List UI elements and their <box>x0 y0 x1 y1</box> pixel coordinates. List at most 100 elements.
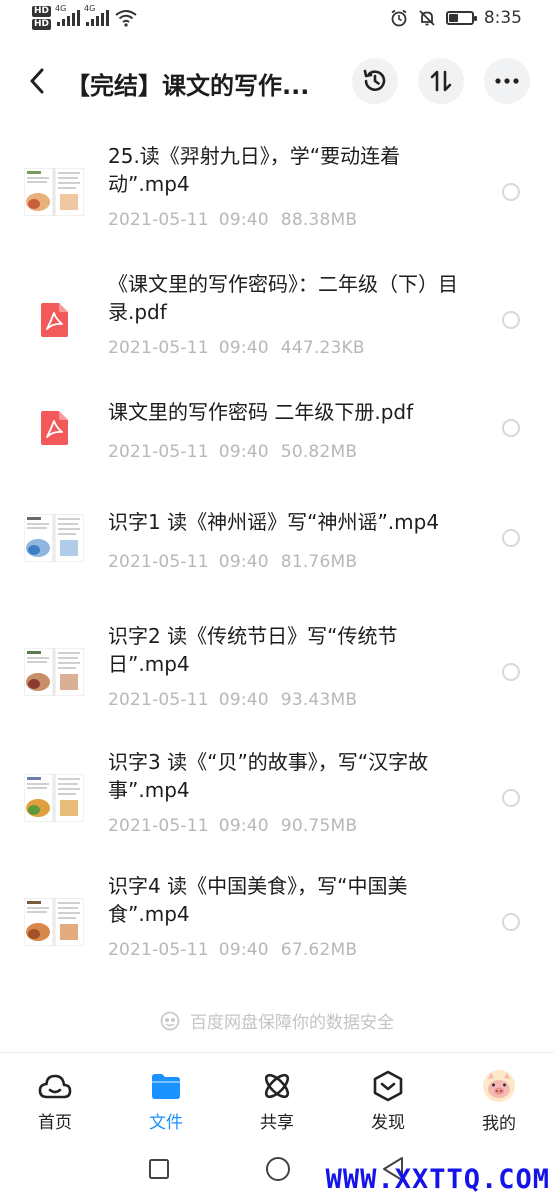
system-nav-bar: WWW.XXTTQ.COM <box>0 1140 554 1200</box>
file-date: 2021-05-11 <box>108 940 209 960</box>
sort-icon <box>430 70 452 92</box>
file-meta: 2021-05-11 09:40 88.38MB <box>108 210 357 230</box>
home-circle-icon[interactable] <box>265 1156 291 1182</box>
back-button[interactable] <box>22 64 52 98</box>
file-date: 2021-05-11 <box>108 442 209 462</box>
file-item[interactable]: 识字4 读《中国美食》，写“中国美食”.mp4 2021-05-11 09:40 67… <box>0 856 554 974</box>
file-meta: 2021-05-11 09:40 67.62MB <box>108 940 357 960</box>
battery-level <box>448 14 458 22</box>
file-time: 09:40 <box>218 940 269 960</box>
file-date: 2021-05-11 <box>108 338 209 358</box>
tab-share[interactable]: 共享 <box>242 1069 312 1133</box>
chevron-left-icon <box>30 68 44 94</box>
file-time: 09:40 <box>218 690 269 710</box>
history-button[interactable] <box>352 58 398 104</box>
video-thumbnail <box>23 167 85 217</box>
hd-indicators: HD HD <box>32 6 52 30</box>
file-item[interactable]: 课文里的写作密码 二年级下册.pdf 2021-05-11 09:40 50.82MB <box>0 386 554 474</box>
hd-badge-2: HD <box>32 19 52 30</box>
tab-mine[interactable]: 我的 <box>464 1069 534 1134</box>
select-radio[interactable] <box>502 419 520 437</box>
file-item[interactable]: 识字2 读《传统节日》写“传统节日”.mp4 2021-05-11 09:40 93.… <box>0 606 554 724</box>
clock-time: 8:35 <box>483 8 522 28</box>
sort-button[interactable] <box>418 58 464 104</box>
file-time: 09:40 <box>218 210 269 230</box>
hd-badge-1: HD <box>32 6 52 17</box>
file-time: 09:40 <box>218 338 269 358</box>
more-button[interactable] <box>484 58 530 104</box>
file-item[interactable]: 识字3 读《“贝”的故事》，写“汉字故事”.mp4 2021-05-11 09:40… <box>0 732 554 850</box>
mute-bell-icon <box>419 10 435 26</box>
file-name: 《课文里的写作密码》：二年级（下）目录.pdf <box>108 272 458 324</box>
file-name: 识字1 读《神州谣》写“神州谣”.mp4 <box>108 510 440 534</box>
network-type-1: 4G <box>55 4 67 13</box>
atom-icon <box>264 1073 290 1098</box>
file-item[interactable]: 25.读《羿射九日》，学“要动连着动”.mp4 2021-05-11 09:40 88… <box>0 126 554 246</box>
pdf-file-icon <box>24 296 84 344</box>
file-meta: 2021-05-11 09:40 447.23KB <box>108 338 365 358</box>
file-name: 25.读《羿射九日》，学“要动连着动”.mp4 <box>108 144 401 196</box>
status-right: 8:35 <box>390 8 522 28</box>
file-size: 81.76MB <box>280 552 358 572</box>
network-type-2: 4G <box>84 4 96 13</box>
file-name: 识字3 读《“贝”的故事》，写“汉字故事”.mp4 <box>108 750 429 802</box>
battery-icon <box>445 11 477 25</box>
file-item[interactable]: 《课文里的写作密码》：二年级（下）目录.pdf 2021-05-11 09:40 44… <box>0 254 554 372</box>
file-size: 90.75MB <box>280 816 358 836</box>
tab-label-mine: 我的 <box>482 1114 516 1134</box>
tab-files[interactable]: 文件 <box>131 1069 201 1133</box>
recents-square-icon[interactable] <box>148 1158 170 1180</box>
tab-discover[interactable]: 发现 <box>353 1069 423 1133</box>
file-size: 93.43MB <box>280 690 358 710</box>
shield-icon <box>160 1011 180 1030</box>
select-radio[interactable] <box>502 311 520 329</box>
status-left: HD HD 4G 4G <box>32 4 137 30</box>
cloud-icon <box>38 1074 72 1098</box>
file-item[interactable]: 识字1 读《神州谣》写“神州谣”.mp4 2021-05-11 09:40 81.76… <box>0 496 554 592</box>
safety-note: 百度网盘保障你的数据安全 <box>0 1008 554 1033</box>
tab-label-home: 首页 <box>38 1113 72 1133</box>
history-icon <box>363 69 386 91</box>
video-thumbnail <box>23 513 85 563</box>
file-time: 09:40 <box>218 442 269 462</box>
file-name: 识字4 读《中国美食》，写“中国美食”.mp4 <box>108 874 408 926</box>
file-date: 2021-05-11 <box>108 690 209 710</box>
page-header: 【完结】课文的写作... <box>0 52 554 110</box>
avatar-icon <box>483 1070 515 1102</box>
pdf-file-icon <box>24 404 84 452</box>
file-size: 67.62MB <box>280 940 358 960</box>
video-thumbnail <box>23 647 85 697</box>
file-date: 2021-05-11 <box>108 552 209 572</box>
signal-icon: 4G <box>84 4 110 26</box>
file-size: 50.82MB <box>280 442 358 462</box>
page-title: 【完结】课文的写作... <box>66 72 310 100</box>
compass-icon <box>373 1070 403 1101</box>
status-bar: HD HD 4G 4G 8:35 <box>0 0 554 40</box>
more-dots-icon <box>495 78 519 84</box>
video-thumbnail <box>23 773 85 823</box>
select-radio[interactable] <box>502 913 520 931</box>
file-time: 09:40 <box>218 816 269 836</box>
tab-home[interactable]: 首页 <box>20 1069 90 1133</box>
tab-label-files: 文件 <box>149 1113 183 1133</box>
tab-label-discover: 发现 <box>371 1113 405 1133</box>
select-radio[interactable] <box>502 529 520 547</box>
select-radio[interactable] <box>502 663 520 681</box>
file-size: 447.23KB <box>280 338 365 358</box>
watermark-text: WWW.XXTTQ.COM <box>325 1164 550 1195</box>
file-time: 09:40 <box>218 552 269 572</box>
safety-text: 百度网盘保障你的数据安全 <box>190 1013 394 1033</box>
bottom-tab-bar: 首页 文件 共享 发现 我的 <box>0 1052 554 1140</box>
file-name: 课文里的写作密码 二年级下册.pdf <box>108 400 414 424</box>
file-meta: 2021-05-11 09:40 81.76MB <box>108 552 357 572</box>
select-radio[interactable] <box>502 789 520 807</box>
file-date: 2021-05-11 <box>108 816 209 836</box>
signal-icon: 4G <box>55 4 81 26</box>
tab-label-share: 共享 <box>260 1113 294 1133</box>
file-name: 识字2 读《传统节日》写“传统节日”.mp4 <box>108 624 398 676</box>
folder-icon <box>152 1073 180 1099</box>
video-thumbnail <box>23 897 85 947</box>
alarm-icon <box>391 9 407 27</box>
file-meta: 2021-05-11 09:40 93.43MB <box>108 690 357 710</box>
select-radio[interactable] <box>502 183 520 201</box>
